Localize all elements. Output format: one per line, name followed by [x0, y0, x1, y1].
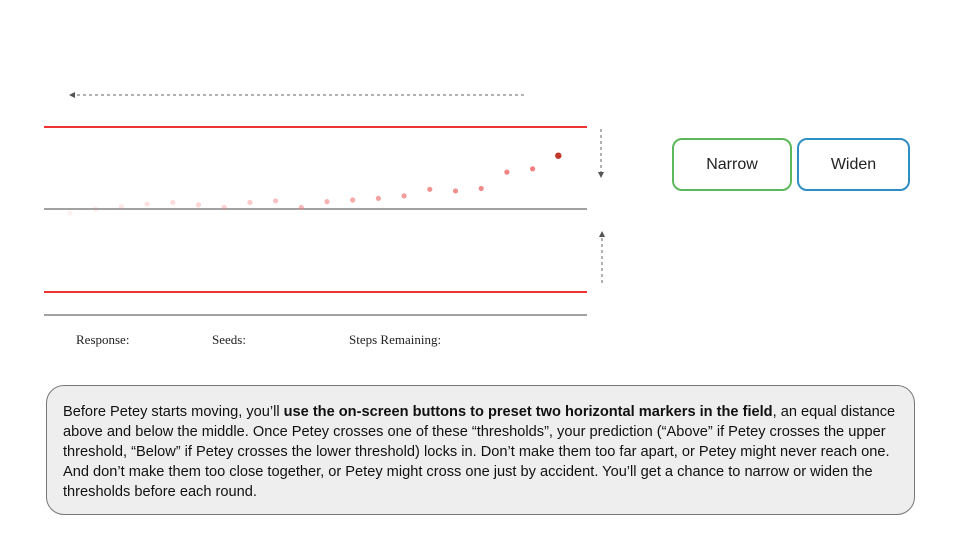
- trail-dot: [170, 199, 176, 206]
- trail-dot: [427, 186, 433, 192]
- seeds-label: Seeds:: [212, 332, 246, 347]
- instructions-text-start: Before Petey starts moving, you’ll: [63, 404, 284, 420]
- trail-dot: [118, 203, 124, 210]
- trail-dot: [530, 166, 536, 172]
- widen-button[interactable]: Widen: [797, 138, 910, 191]
- instructions-box: Before Petey starts moving, you’ll use t…: [46, 385, 915, 515]
- trail-dot: [375, 195, 381, 201]
- trail-dot: [504, 169, 510, 175]
- trail-dot: [350, 197, 356, 203]
- trail-dot: [452, 188, 459, 194]
- instructions-bold-text: use the on-screen buttons to preset two …: [283, 404, 773, 420]
- trail-dot: [67, 210, 73, 216]
- steps-remaining-label: Steps Remaining:: [349, 332, 442, 347]
- trail-dot: [478, 185, 484, 192]
- trail-dot: [273, 198, 279, 204]
- trail-dot: [93, 206, 99, 212]
- trail-dot: [195, 202, 202, 208]
- petey-trail: [67, 152, 562, 216]
- trail-dot: [144, 201, 150, 207]
- response-label: Response:: [76, 332, 130, 347]
- trail-dot: [221, 204, 227, 210]
- petey-dot: [555, 152, 562, 159]
- narrow-button[interactable]: Narrow: [672, 138, 792, 191]
- trail-dot: [298, 204, 304, 210]
- trail-dot: [324, 199, 330, 205]
- trail-dot: [247, 199, 253, 206]
- trail-dot: [401, 193, 407, 199]
